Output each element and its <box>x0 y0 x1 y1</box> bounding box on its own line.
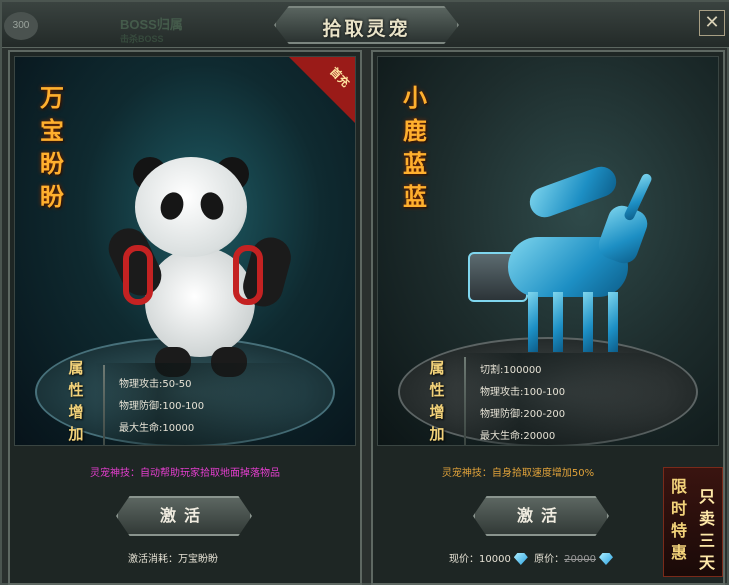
deer-tail <box>525 162 621 222</box>
boss-tab-sub: 击杀BOSS <box>120 34 164 44</box>
price-now-label: 现价： <box>449 554 479 565</box>
deer-leg <box>528 292 538 352</box>
divider <box>103 365 105 445</box>
panda-head <box>135 157 247 257</box>
stat-line: 物理攻击:100-100 <box>480 387 566 398</box>
stat-line: 最大生命:10000 <box>119 423 195 434</box>
first-recharge-badge: 首充 <box>289 57 355 123</box>
limited-offer-tag: 限时特惠 只卖三天 <box>663 467 723 577</box>
promo-right: 只卖三天 <box>698 487 715 572</box>
activate-cost: 激活消耗：万宝盼盼 <box>128 554 218 565</box>
pet-skill: 灵宠神技：自动帮助玩家拾取地面掉落物品 <box>90 468 280 479</box>
pick-pet-window: 300 BOSS归属 击杀BOSS 拾取灵宠 ✕ 万宝盼盼 首充 属性增加 物理… <box>0 0 729 585</box>
stat-list: 切割:100000 物理攻击:100-100 物理防御:200-200 最大生命… <box>456 353 666 445</box>
deer-leg <box>608 292 618 352</box>
stat-line: 物理攻击:50-50 <box>119 379 192 390</box>
stat-line: 物理防御:200-200 <box>480 409 566 420</box>
stat-list: 物理攻击:50-50 物理防御:100-100 最大生命:10000 <box>95 363 305 445</box>
divider <box>464 357 466 445</box>
pet-name: 小鹿蓝蓝 <box>403 83 427 211</box>
tab-boss-ownership[interactable]: BOSS归属 击杀BOSS <box>98 8 208 44</box>
window-title: 拾取灵宠 <box>322 18 411 40</box>
diamond-icon <box>598 553 613 565</box>
promo-left: 限时特惠 <box>670 477 687 562</box>
activate-button[interactable]: 激活 <box>116 496 252 536</box>
pet-name: 万宝盼盼 <box>40 83 64 211</box>
panda-ring <box>123 245 153 305</box>
panda-ring <box>233 245 263 305</box>
pet-art-panda: 万宝盼盼 首充 属性增加 物理攻击:50-50 物理防御:100-100 最大生… <box>14 56 356 446</box>
price-line: 现价：10000 原价：20000 <box>449 550 613 565</box>
attr-label: 属性增加 <box>429 359 445 443</box>
stat-line: 切割:100000 <box>480 365 542 376</box>
title-plate: 拾取灵宠 <box>274 6 459 44</box>
price-orig: 20000 <box>564 554 596 565</box>
stat-line: 物理防御:100-100 <box>119 401 205 412</box>
level-badge: 300 <box>4 12 38 40</box>
activate-button[interactable]: 激活 <box>473 496 609 536</box>
deer-leg <box>583 292 593 352</box>
diamond-icon <box>513 553 528 565</box>
badge-label: 首充 <box>327 64 353 90</box>
price-now: 10000 <box>479 554 511 565</box>
deer-leg <box>553 292 563 352</box>
boss-tab-label: BOSS归属 <box>120 17 183 32</box>
close-button[interactable]: ✕ <box>699 10 725 36</box>
title-bar: 300 BOSS归属 击杀BOSS 拾取灵宠 ✕ <box>2 2 729 48</box>
pet-card-panda: 万宝盼盼 首充 属性增加 物理攻击:50-50 物理防御:100-100 最大生… <box>8 50 362 585</box>
price-orig-label: 原价： <box>534 554 565 565</box>
pet-art-deer: 小鹿蓝蓝 属性增加 切割:100000 物理攻击:100-100 物理防御:20… <box>377 56 719 446</box>
attr-label: 属性增加 <box>68 359 84 443</box>
stat-line: 最大生命:20000 <box>480 431 556 442</box>
pet-card-deer: 小鹿蓝蓝 属性增加 切割:100000 物理攻击:100-100 物理防御:20… <box>371 50 725 585</box>
